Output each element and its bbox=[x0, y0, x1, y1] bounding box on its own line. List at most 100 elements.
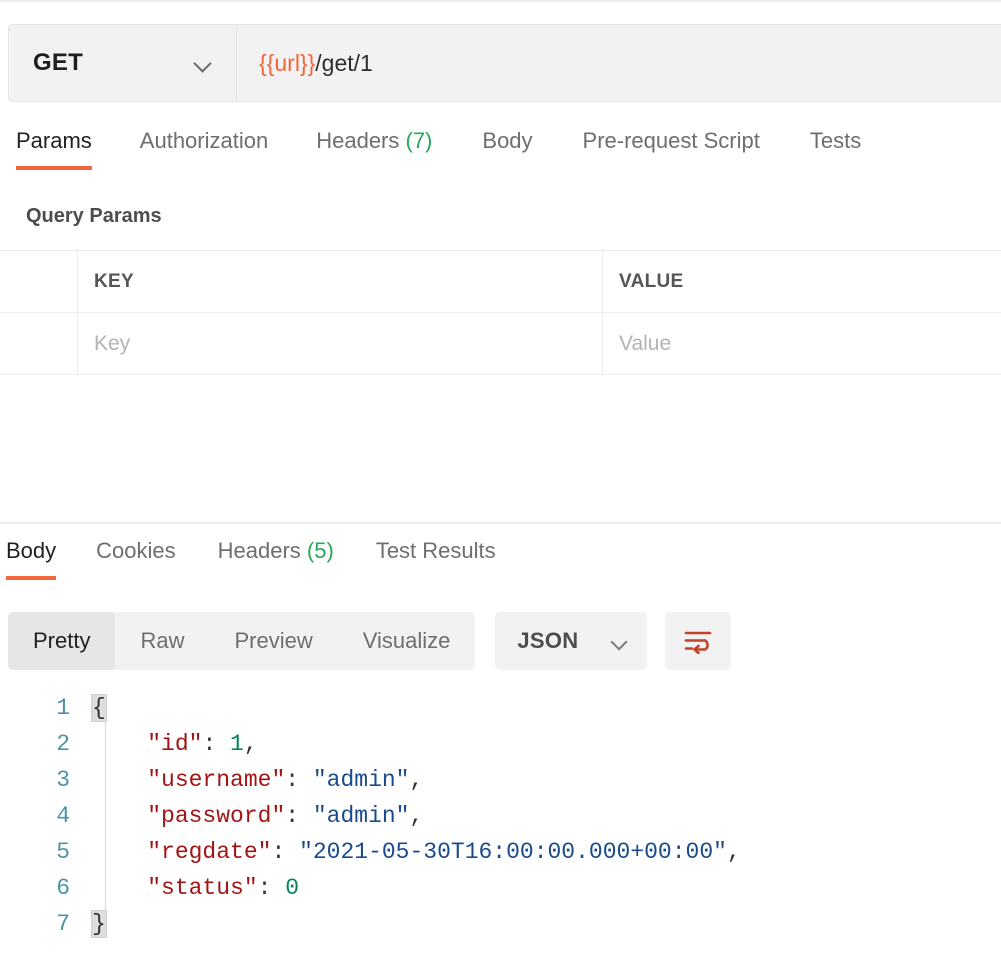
line-number: 4 bbox=[56, 803, 70, 829]
row-checkbox-cell[interactable] bbox=[0, 313, 78, 374]
column-header-key-label: KEY bbox=[94, 270, 134, 292]
table-header-row: KEY VALUE bbox=[0, 251, 1001, 313]
tab-test-results-label: Test Results bbox=[375, 538, 496, 563]
segment-pretty[interactable]: Pretty bbox=[8, 612, 116, 670]
json-brace-close: } bbox=[91, 910, 107, 938]
json-key: "password" bbox=[147, 803, 286, 829]
json-comma: , bbox=[726, 839, 741, 865]
json-key: "username" bbox=[147, 767, 286, 793]
code-line: "password": "admin", bbox=[88, 803, 1001, 829]
code-line: "username": "admin", bbox=[88, 767, 1001, 793]
chevron-down-icon bbox=[194, 57, 214, 69]
url-variable: {{url}} bbox=[259, 49, 316, 76]
tab-headers-label: Headers bbox=[316, 128, 400, 153]
key-input[interactable]: Key bbox=[78, 313, 603, 374]
response-tabs: Body Cookies Headers (5) Test Results bbox=[0, 536, 1001, 590]
tab-authorization[interactable]: Authorization bbox=[140, 126, 268, 170]
tab-pre-request-script-label: Pre-request Script bbox=[582, 128, 760, 153]
segment-raw-label: Raw bbox=[140, 628, 185, 653]
code-row: 3 "username": "admin", bbox=[0, 762, 1001, 798]
tab-response-headers-label: Headers bbox=[217, 538, 301, 563]
line-number: 1 bbox=[56, 695, 70, 721]
column-header-key: KEY bbox=[78, 251, 603, 312]
line-number: 5 bbox=[56, 839, 70, 865]
key-input-placeholder: Key bbox=[94, 331, 131, 355]
table-row: Key Value bbox=[0, 313, 1001, 375]
tab-pre-request-script[interactable]: Pre-request Script bbox=[583, 126, 760, 170]
json-key: "status" bbox=[147, 875, 258, 901]
tab-body-label: Body bbox=[482, 128, 533, 153]
tab-headers[interactable]: Headers (7) bbox=[316, 126, 432, 170]
json-string: "admin" bbox=[312, 767, 410, 793]
chevron-down-icon bbox=[611, 636, 629, 647]
line-number: 6 bbox=[56, 875, 70, 901]
word-wrap-icon bbox=[685, 631, 712, 654]
tab-response-headers[interactable]: Headers (5) bbox=[218, 536, 334, 580]
tab-headers-count: (7) bbox=[405, 128, 433, 153]
tab-authorization-label: Authorization bbox=[139, 128, 269, 153]
column-header-value: VALUE bbox=[603, 251, 1001, 312]
code-row: 7 } bbox=[0, 906, 1001, 942]
json-separator: : bbox=[271, 839, 300, 865]
tab-response-cookies[interactable]: Cookies bbox=[96, 536, 175, 580]
segment-preview-label: Preview bbox=[234, 628, 313, 653]
json-separator: : bbox=[285, 767, 313, 793]
code-row: 4 "password": "admin", bbox=[0, 798, 1001, 834]
tab-response-headers-count: (5) bbox=[306, 538, 334, 563]
code-line: "status": 0 bbox=[88, 875, 1001, 901]
query-params-title: Query Params bbox=[26, 205, 162, 227]
query-params-table: KEY VALUE Key Value bbox=[0, 250, 1001, 375]
json-string: "admin" bbox=[312, 803, 410, 829]
response-format-toolbar: Pretty Raw Preview Visualize JSON bbox=[8, 612, 993, 670]
code-row: 5 "regdate": "2021-05-30T16:00:00.000+00… bbox=[0, 834, 1001, 870]
request-tabs: Params Authorization Headers (7) Body Pr… bbox=[0, 126, 1001, 182]
http-method-label: GET bbox=[33, 49, 83, 76]
value-input-placeholder: Value bbox=[619, 331, 672, 355]
response-pane-divider[interactable] bbox=[0, 522, 1001, 524]
json-string: "2021-05-30T16:00:00.000+00:00" bbox=[299, 839, 727, 865]
segment-visualize-label: Visualize bbox=[362, 628, 451, 653]
tab-response-cookies-label: Cookies bbox=[96, 538, 176, 563]
code-row: 1 { bbox=[0, 690, 1001, 726]
json-key: "id" bbox=[147, 731, 203, 757]
url-path: /get/1 bbox=[315, 49, 373, 76]
json-separator: : bbox=[285, 803, 313, 829]
response-format-select[interactable]: JSON bbox=[495, 612, 648, 670]
segment-pretty-label: Pretty bbox=[33, 628, 91, 653]
url-input[interactable]: {{url}}/get/1 bbox=[237, 25, 1001, 101]
json-key: "regdate" bbox=[147, 839, 272, 865]
tab-tests[interactable]: Tests bbox=[810, 126, 861, 170]
code-line: "regdate": "2021-05-30T16:00:00.000+00:0… bbox=[88, 839, 1001, 865]
http-method-select[interactable]: GET bbox=[9, 25, 237, 101]
response-format-value: JSON bbox=[517, 628, 579, 653]
segment-visualize[interactable]: Visualize bbox=[338, 612, 476, 670]
tab-response-body[interactable]: Body bbox=[6, 536, 57, 580]
segment-raw[interactable]: Raw bbox=[115, 612, 209, 670]
tab-body[interactable]: Body bbox=[482, 126, 532, 170]
json-comma: , bbox=[409, 803, 424, 829]
request-url-bar: GET {{url}}/get/1 bbox=[8, 24, 1001, 102]
code-row: 6 "status": 0 bbox=[0, 870, 1001, 906]
tab-test-results[interactable]: Test Results bbox=[376, 536, 496, 580]
line-number: 3 bbox=[56, 767, 70, 793]
select-all-checkbox-cell[interactable] bbox=[0, 251, 78, 312]
postman-request-response-pane: GET {{url}}/get/1 Params Authorization H… bbox=[0, 0, 1001, 970]
segment-preview[interactable]: Preview bbox=[209, 612, 337, 670]
word-wrap-button[interactable] bbox=[665, 612, 732, 670]
json-separator: : bbox=[257, 875, 286, 901]
tab-tests-label: Tests bbox=[809, 128, 862, 153]
code-row: 2 "id": 1, bbox=[0, 726, 1001, 762]
value-input[interactable]: Value bbox=[603, 313, 1001, 374]
line-number: 7 bbox=[56, 911, 70, 937]
json-comma: , bbox=[409, 767, 424, 793]
code-line: "id": 1, bbox=[88, 731, 1001, 757]
json-comma: , bbox=[243, 731, 258, 757]
response-body-code-viewer[interactable]: 1 { 2 "id": 1, 3 "username": "admin", 4 … bbox=[0, 690, 1001, 970]
json-separator: : bbox=[202, 731, 231, 757]
tab-params[interactable]: Params bbox=[16, 126, 92, 170]
column-header-value-label: VALUE bbox=[619, 270, 684, 292]
json-brace-open: { bbox=[91, 694, 107, 722]
tab-response-body-label: Body bbox=[6, 538, 57, 563]
tab-params-label: Params bbox=[16, 128, 92, 153]
format-segment-group: Pretty Raw Preview Visualize bbox=[8, 612, 476, 670]
